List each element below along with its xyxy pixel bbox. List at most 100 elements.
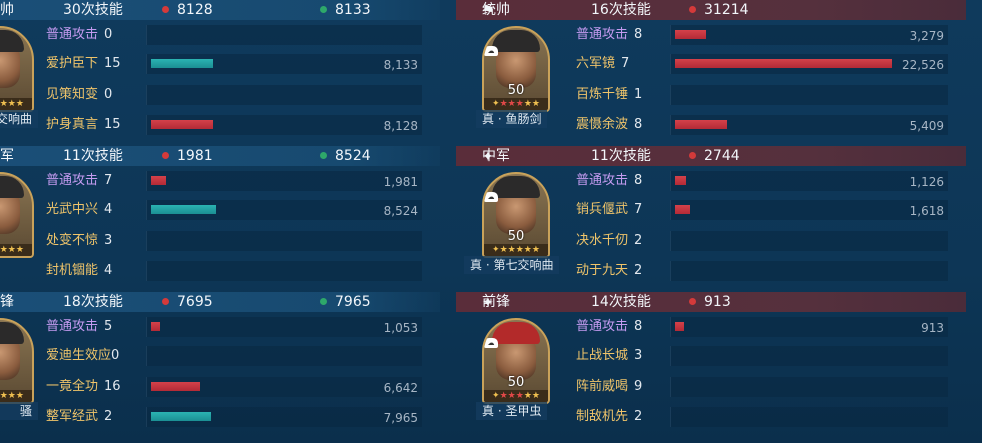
skill-cast-count: 7 <box>621 56 630 71</box>
red-dot-icon <box>162 152 169 159</box>
hero-portrait[interactable]: ☁ 50 ✦★★★★★ <box>482 26 550 112</box>
skill-row: 决水千仞 2 <box>574 230 948 252</box>
skill-bar-track: 1,053 <box>146 317 422 337</box>
skill-name: 普通攻击 <box>46 27 99 42</box>
hero-portrait[interactable]: ☁ 50 ✦★★★★★ <box>482 172 550 258</box>
damage-value: 8128 <box>177 2 213 18</box>
sparkle-icon: ✦ <box>482 149 494 165</box>
skill-label: 见策知变 0 <box>46 84 112 106</box>
damage-value: 7695 <box>177 294 213 310</box>
skill-row: 止战长城 3 <box>574 345 948 367</box>
skill-count: 30次技能 <box>63 2 123 18</box>
skill-bar-track: 6,642 <box>146 377 422 397</box>
skill-label: 护身真言 15 <box>46 114 121 136</box>
star-rating-icon: ✦★★★★★ <box>0 98 32 110</box>
skill-row: 光武中兴 4 8,524 <box>44 199 422 221</box>
skill-name: 爱迪生效应 <box>46 348 112 363</box>
heal-value: 8524 <box>335 148 371 164</box>
skill-total-value: 8,133 <box>383 58 418 72</box>
hero-helmet <box>0 30 24 52</box>
skill-label: 普通攻击 8 <box>576 170 642 192</box>
red-dot-icon <box>689 152 696 159</box>
skill-label: 百炼千锤 1 <box>576 84 642 106</box>
green-dot-icon <box>320 298 327 305</box>
heal-bar <box>151 59 213 68</box>
skill-name: 普通攻击 <box>576 173 629 188</box>
skill-row: 封机锢能 4 <box>44 260 422 282</box>
cloud-badge-icon: ☁ <box>484 192 498 202</box>
red-dot-icon <box>689 298 696 305</box>
damage-bar <box>675 59 892 68</box>
skill-label: 一竟全功 16 <box>46 376 121 398</box>
heal-total: 8133 <box>320 1 371 19</box>
skill-label: 止战长城 3 <box>576 345 642 367</box>
hero-portrait[interactable]: ☁ 50 ✦★★★★★ <box>482 318 550 404</box>
damage-total: 31214 <box>689 1 749 19</box>
skill-row: 一竟全功 16 6,642 <box>44 376 422 398</box>
skill-label: 普通攻击 8 <box>576 24 642 46</box>
skill-cast-count: 8 <box>634 27 643 42</box>
right-team-block: ✦ 前锋 14次技能 913 ☁ 50 ✦★★★★★ 真 · 圣甲虫 普通攻击 8 913 止战长城 3… <box>456 292 966 438</box>
hero-name: 真 · 鱼肠剑 <box>476 110 548 128</box>
heal-bar <box>151 205 216 214</box>
skill-name: 普通攻击 <box>576 319 629 334</box>
skill-row: 爱护臣下 15 8,133 <box>44 53 422 75</box>
skill-name: 震慑余波 <box>576 117 629 132</box>
role-text: 锋 <box>0 294 14 310</box>
skill-total-value: 1,126 <box>909 175 944 189</box>
hero-helmet <box>0 322 24 344</box>
skill-bar-track: 7,965 <box>146 407 422 427</box>
skill-cast-count: 7 <box>104 173 113 188</box>
skill-bar-track <box>670 231 948 251</box>
red-dot-icon <box>162 298 169 305</box>
green-dot-icon <box>320 6 327 13</box>
green-dot-icon <box>320 152 327 159</box>
skill-bar-track <box>670 407 948 427</box>
red-dot-icon <box>162 6 169 13</box>
left-team-block: 帅 30次技能 8128 8133 ✦★★★★★交响曲 普通攻击 0 爱护臣下 15 8,133 见… <box>0 0 440 146</box>
skill-cast-count: 7 <box>634 202 643 217</box>
skill-cast-count: 4 <box>104 263 113 278</box>
damage-bar <box>151 120 213 129</box>
role-text: 帅 <box>0 2 14 18</box>
skill-cast-count: 3 <box>104 233 113 248</box>
skill-cast-count: 0 <box>111 348 120 363</box>
skill-cast-count: 0 <box>104 87 113 102</box>
skill-bar-track <box>670 377 948 397</box>
skill-bar-track: 1,618 <box>670 200 948 220</box>
damage-bar <box>675 205 690 214</box>
heal-value: 7965 <box>335 294 371 310</box>
skill-row: 动于九天 2 <box>574 260 948 282</box>
damage-bar <box>151 382 200 391</box>
skill-label: 动于九天 2 <box>576 260 642 282</box>
skill-bar-track <box>670 261 948 281</box>
skill-cast-count: 8 <box>634 319 643 334</box>
skill-row: 见策知变 0 <box>44 84 422 106</box>
skill-name: 制敌机先 <box>576 409 629 424</box>
skill-row: 普通攻击 8 3,279 <box>574 24 948 46</box>
skill-label: 普通攻击 8 <box>576 316 642 338</box>
skill-cast-count: 5 <box>104 319 113 334</box>
role-label: ✦ 前锋 <box>482 293 510 311</box>
skill-count: 11次技能 <box>591 148 651 164</box>
skill-row: 护身真言 15 8,128 <box>44 114 422 136</box>
skill-total-value: 8,128 <box>383 119 418 133</box>
skill-row: 普通攻击 8 913 <box>574 316 948 338</box>
skill-label: 整军经武 2 <box>46 406 112 428</box>
role-label: 军 <box>0 147 14 165</box>
hero-portrait[interactable]: ✦★★★★★ <box>0 172 34 258</box>
skill-row: 制敌机先 2 <box>574 406 948 428</box>
damage-bar <box>675 322 684 331</box>
skill-label: 封机锢能 4 <box>46 260 112 282</box>
damage-value: 2744 <box>704 148 740 164</box>
skill-total-value: 22,526 <box>902 58 944 72</box>
skill-total-value: 1,618 <box>909 204 944 218</box>
skill-row: 震慑余波 8 5,409 <box>574 114 948 136</box>
skill-bar-track: 22,526 <box>670 54 948 74</box>
hero-portrait[interactable]: ✦★★★★★ <box>0 26 34 112</box>
hero-portrait[interactable]: ✦★★★★★ <box>0 318 34 404</box>
team-header: 帅 30次技能 8128 8133 <box>0 0 440 20</box>
hero-level: 50 <box>507 83 525 98</box>
skill-label: 六军镜 7 <box>576 53 629 75</box>
skill-total-value: 8,524 <box>383 204 418 218</box>
